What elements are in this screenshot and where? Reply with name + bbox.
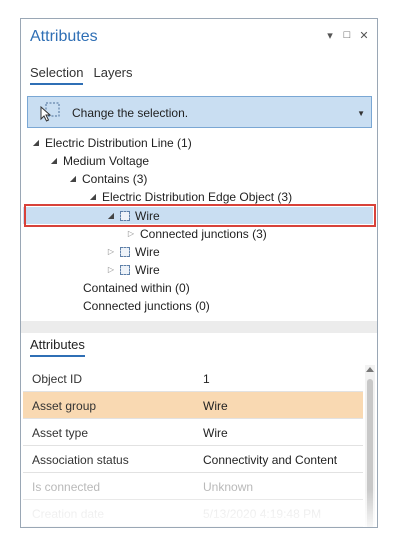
select-arrow-icon	[38, 102, 62, 125]
attribute-value[interactable]: Connectivity and Content	[203, 453, 337, 467]
tree-node-label: Connected junctions (3)	[140, 227, 267, 241]
attribute-key: Is connected	[32, 480, 101, 494]
chevron-down-icon[interactable]: ▼	[357, 109, 365, 118]
pane-title: Attributes	[30, 28, 98, 45]
scroll-thumb[interactable]	[367, 379, 373, 527]
pane-tabs: Selection Layers	[30, 65, 133, 85]
tree-node-label: Medium Voltage	[63, 154, 150, 168]
collapse-triangle-icon[interactable]: ▷	[105, 243, 117, 261]
maximize-icon[interactable]: □	[342, 29, 352, 41]
tree-node-connected-junctions[interactable]: ▷ Connected junctions (3)	[125, 225, 267, 243]
attribute-row-is-connected[interactable]: Is connected Unknown	[23, 473, 363, 500]
tree-node-label: Contains (3)	[82, 172, 148, 186]
tree-node-label: Connected junctions (0)	[83, 299, 210, 313]
attribute-row-asset-group[interactable]: Asset group Wire	[23, 392, 363, 419]
collapse-triangle-icon[interactable]: ▷	[125, 225, 137, 243]
pane-title-bar: Attributes ▾ □ ✕	[21, 19, 377, 55]
attribute-value[interactable]: Wire	[203, 426, 228, 440]
attribute-value[interactable]: 1	[203, 372, 210, 386]
attribute-value[interactable]: Wire	[203, 399, 228, 413]
attribute-row-object-id[interactable]: Object ID 1	[23, 365, 363, 392]
attribute-value[interactable]: Unknown	[203, 480, 253, 494]
section-divider	[21, 321, 377, 333]
expand-triangle-icon[interactable]: ◢	[48, 152, 60, 170]
tree-node-label: Contained within (0)	[83, 281, 190, 295]
selection-tree: ◢ Electric Distribution Line (1) ◢ Mediu…	[21, 131, 377, 327]
attribute-row-creation-date[interactable]: Creation date 5/13/2020 4:19:48 PM	[23, 500, 363, 527]
pane-controls: ▾ □ ✕	[325, 29, 369, 42]
attribute-row-asset-type[interactable]: Asset type Wire	[23, 419, 363, 446]
tab-selection[interactable]: Selection	[30, 65, 84, 85]
tree-node-wire[interactable]: ▷ Wire	[105, 261, 160, 279]
tree-node-label: Electric Distribution Line (1)	[45, 136, 192, 150]
tree-node-contained-within[interactable]: Contained within (0)	[83, 279, 190, 297]
tree-node-line[interactable]: ◢ Electric Distribution Line (1)	[30, 134, 192, 152]
attribute-key: Asset group	[32, 399, 97, 413]
change-selection-dropdown[interactable]: Change the selection. ▼	[27, 96, 372, 128]
scroll-up-icon[interactable]	[366, 367, 374, 372]
attributes-pane: Attributes ▾ □ ✕ Selection Layers Change…	[20, 18, 378, 528]
pin-icon[interactable]: ▾	[325, 29, 335, 42]
tree-node-wire[interactable]: ▷ Wire	[105, 243, 160, 261]
tree-node-label: Wire	[135, 263, 160, 277]
attribute-key: Creation date	[32, 507, 105, 521]
expand-triangle-icon[interactable]: ◢	[30, 134, 42, 152]
tree-node-contains[interactable]: ◢ Contains (3)	[67, 170, 147, 188]
attribute-value[interactable]: 5/13/2020 4:19:48 PM	[203, 507, 321, 521]
expand-triangle-icon[interactable]: ◢	[67, 170, 79, 188]
close-icon[interactable]: ✕	[359, 29, 369, 42]
callout-highlight-box	[24, 204, 376, 227]
tree-node-label: Wire	[135, 245, 160, 259]
tab-layers[interactable]: Layers	[93, 65, 132, 85]
attributes-section-title: Attributes	[30, 337, 85, 357]
feature-icon	[120, 265, 130, 275]
tree-node-connected-junctions-root[interactable]: Connected junctions (0)	[83, 297, 210, 315]
attribute-key: Association status	[32, 453, 129, 467]
attributes-scrollbar[interactable]	[365, 365, 375, 527]
attribute-grid: Object ID 1 Asset group Wire Asset type …	[23, 365, 363, 527]
attribute-key: Asset type	[32, 426, 89, 440]
selection-bar-text: Change the selection.	[72, 106, 189, 120]
feature-icon	[120, 247, 130, 257]
collapse-triangle-icon[interactable]: ▷	[105, 261, 117, 279]
tree-node-medium-voltage[interactable]: ◢ Medium Voltage	[48, 152, 149, 170]
attribute-row-association-status[interactable]: Association status Connectivity and Cont…	[23, 446, 363, 473]
attribute-key: Object ID	[32, 372, 83, 386]
